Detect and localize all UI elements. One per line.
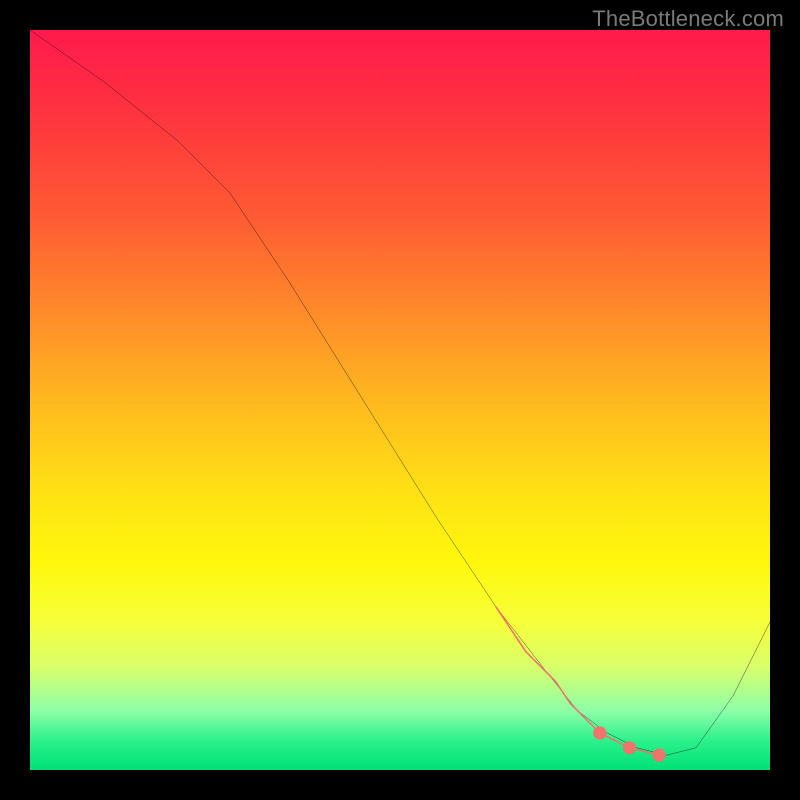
highlighted-range [496,607,659,755]
chart-stage: TheBottleneck.com [0,0,800,800]
bottleneck-curve [30,30,770,755]
highlighted-dots [593,726,666,762]
plot-area [30,30,770,770]
curve-layer [30,30,770,770]
highlight-dot [652,749,665,762]
watermark-text: TheBottleneck.com [592,6,784,32]
highlight-dot [623,741,636,754]
highlight-dot [593,726,606,739]
